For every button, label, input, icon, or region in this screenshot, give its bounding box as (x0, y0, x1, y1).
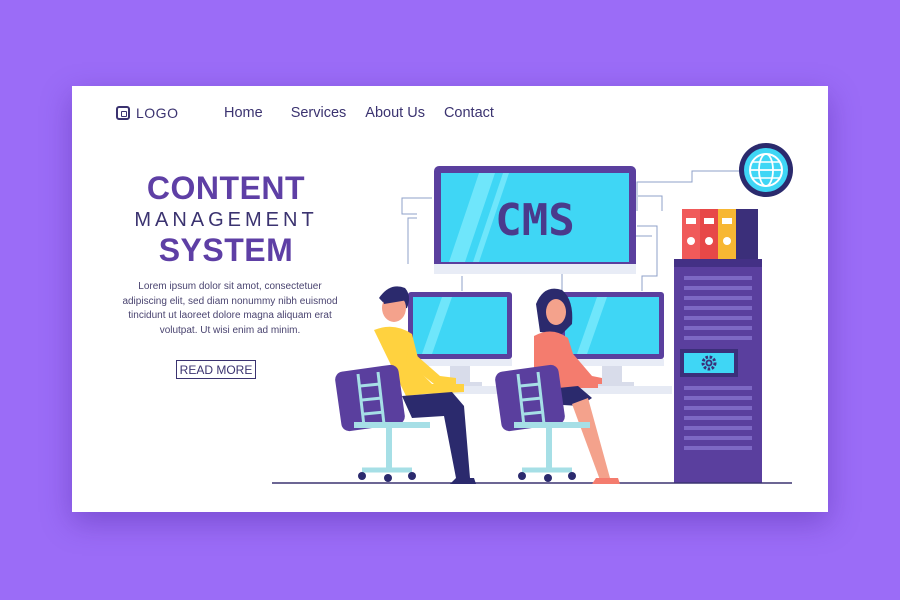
globe-icon (739, 143, 793, 197)
cms-monitor: CMS (434, 166, 636, 274)
binders (682, 209, 758, 259)
server-rack (674, 259, 762, 483)
cms-illustration: CMS (272, 143, 793, 484)
landing-card: LOGO Home Services About Us Contact CONT… (72, 86, 828, 512)
cms-monitor-label: CMS (495, 195, 574, 246)
